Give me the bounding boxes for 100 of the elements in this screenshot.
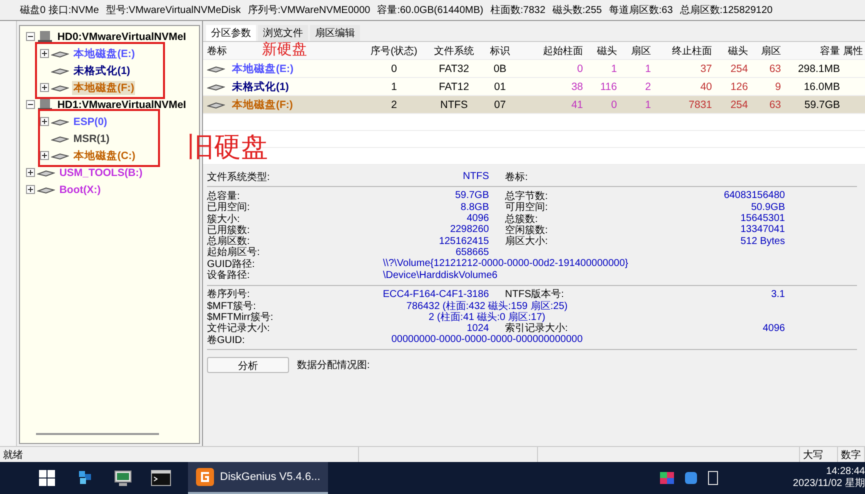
field-value: 786432 (柱面:432 磁头:159 扇区:25) [406, 300, 568, 312]
field-label: NTFS版本号: [505, 289, 564, 300]
table-row[interactable]: 本地磁盘(F:) 2 NTFS 07 41 0 1 7831 254 63 59.7GB [203, 96, 865, 114]
drive-icon [51, 134, 70, 142]
expander-icon[interactable] [26, 100, 36, 109]
allocation-label: 数据分配情况图: [297, 358, 370, 372]
table-cell-text: 116 [599, 80, 618, 92]
table-cell-text: 2 [644, 80, 652, 92]
table-cell-text: 40 [699, 80, 713, 92]
field-label: 索引记录大小: [505, 323, 568, 334]
tree-item[interactable]: 本地磁盘(C:) [72, 148, 136, 162]
column-header[interactable]: 磁头 [728, 46, 748, 56]
table-cell-text: 01 [493, 80, 507, 92]
field-label: 设备路径: [207, 269, 251, 282]
expander-icon[interactable] [26, 32, 36, 41]
field-label: GUID路径: [207, 258, 256, 270]
disk-info-text: 每道扇区数:63 [608, 4, 673, 17]
column-header[interactable]: 卷标 [207, 46, 227, 56]
column-header[interactable]: 序号(状态) [370, 46, 418, 56]
column-header[interactable]: 磁头 [597, 46, 617, 56]
tree-item[interactable]: HD0:VMwareVirtualNVMeI [56, 30, 188, 42]
app-logo-icon [196, 468, 214, 486]
expander-icon[interactable] [40, 83, 50, 92]
expander-icon[interactable] [40, 49, 50, 58]
column-header[interactable]: 扇区 [761, 46, 781, 56]
table-cell-text: 1 [644, 62, 652, 74]
field-label: 总扇区数: [207, 234, 250, 248]
table-cell-text: FAT32 [438, 62, 470, 74]
tree-item[interactable]: HD1:VMwareVirtualNVMeI [56, 98, 188, 110]
tree-item[interactable]: 未格式化(1) [72, 64, 132, 78]
field-value: 4096 [466, 213, 489, 224]
drive-icon [207, 82, 225, 90]
field-label: 总字节数: [505, 190, 548, 202]
disk-info-text: 磁盘0 接口:NVMe [20, 4, 99, 17]
disk-info-text: 容量:60.0GB(61440MB) [377, 4, 484, 17]
table-cell-text: 本地磁盘(E:) [230, 62, 294, 76]
tree-item[interactable]: Boot(X:) [58, 184, 102, 196]
field-label: 起始扇区号: [207, 246, 261, 259]
expander-icon[interactable] [26, 185, 36, 194]
tree-item[interactable]: USM_TOOLS(B:) [58, 166, 144, 178]
field-value: 512 Bytes [740, 236, 785, 247]
column-header[interactable]: 终止柱面 [672, 46, 712, 56]
field-value: 3.1 [771, 288, 785, 300]
table-cell-text: 254 [729, 98, 749, 110]
column-header[interactable]: 属性 [843, 46, 863, 56]
field-value: 8.8GB [460, 202, 489, 213]
field-value: \Device\HarddiskVolume6 [382, 270, 498, 281]
field-value: 2298260 [450, 224, 489, 236]
field-label: 卷GUID: [207, 334, 246, 347]
field-label: $MFTMirr簇号: [207, 310, 274, 323]
expander-icon[interactable] [26, 168, 36, 177]
disk-info-text: 柱面数:7832 [490, 4, 546, 17]
column-header[interactable]: 起始柱面 [543, 46, 583, 56]
table-cell-text: 0 [610, 98, 618, 110]
table-cell-text: 37 [699, 62, 713, 74]
taskbar-app-button[interactable]: DiskGenius V5.4.6... [188, 462, 328, 494]
field-value: 2 (柱面:41 磁头:0 扇区:17) [428, 312, 546, 323]
tree-item[interactable]: 本地磁盘(E:) [72, 46, 136, 60]
table-cell-text: 63 [768, 62, 782, 74]
expander-icon[interactable] [40, 151, 50, 160]
tab[interactable]: 浏览文件 [258, 25, 308, 41]
field-value: 13347041 [740, 224, 785, 236]
disk-info-text: 序列号:VMWareNVME0000 [248, 4, 370, 17]
analyze-button[interactable]: 分析 [207, 357, 289, 374]
table-row[interactable]: 本地磁盘(E:) 0 FAT32 0B 0 1 1 37 254 63 298.1MB [203, 60, 865, 78]
annotation-text: 新硬盘 [262, 42, 307, 57]
field-value: ECC4-F164-C4F1-3186 [382, 288, 489, 300]
network-icon[interactable] [684, 471, 698, 485]
tree-item[interactable]: MSR(1) [72, 132, 110, 144]
document-icon[interactable] [708, 471, 718, 485]
drive-icon [51, 118, 70, 126]
table-cell-text: 1 [390, 80, 398, 92]
column-header[interactable]: 扇区 [631, 46, 651, 56]
drive-icon [207, 64, 225, 72]
clock-date: 2023/11/02 星期 [792, 478, 865, 490]
disk-info-text: 型号:VMwareVirtualNVMeDisk [106, 4, 241, 17]
field-label: 扇区大小: [505, 236, 548, 248]
scrollbar[interactable] [36, 433, 159, 435]
drive-icon [207, 100, 225, 108]
color-icon[interactable] [660, 472, 674, 484]
clock-time: 14:28:44 [826, 466, 865, 478]
field-value: 658665 [456, 246, 489, 258]
table-cell-text: 0 [576, 62, 584, 74]
tree-item[interactable]: ESP(0) [72, 116, 108, 128]
field-value: 1024 [466, 322, 489, 334]
table-cell-text: 298.1MB [796, 62, 841, 74]
field-value: 50.9GB [751, 202, 785, 213]
tab[interactable]: 分区参数 [206, 25, 256, 41]
field-value: 15645301 [740, 213, 785, 224]
column-header[interactable]: 容量 [820, 46, 840, 56]
field-label: 卷序列号: [207, 288, 251, 301]
column-header[interactable]: 标识 [490, 46, 510, 56]
expander-icon[interactable] [40, 117, 50, 126]
table-cell-text: 9 [774, 80, 782, 92]
column-header[interactable]: 文件系统 [434, 46, 474, 56]
table-cell-text: NTFS [439, 98, 469, 110]
field-label: 总容量: [207, 190, 241, 202]
table-row[interactable]: 未格式化(1) 1 FAT12 01 38 116 2 40 126 9 16.0MB [203, 78, 865, 96]
table-cell-text: 126 [729, 80, 749, 92]
tab[interactable]: 扇区编辑 [310, 25, 360, 41]
